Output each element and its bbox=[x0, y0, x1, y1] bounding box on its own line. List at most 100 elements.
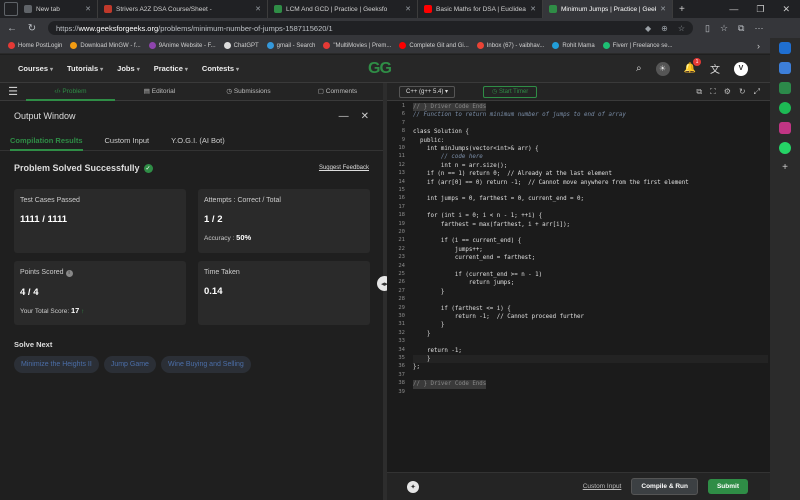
tab-favicon-icon bbox=[104, 5, 112, 13]
menu-item[interactable]: Contests ▾ bbox=[202, 64, 239, 73]
more-icon[interactable]: ⋯ bbox=[754, 23, 763, 34]
copy-icon[interactable]: ⧉ bbox=[696, 87, 702, 97]
bookmark-item[interactable]: Complete Git and Gi... bbox=[399, 42, 469, 49]
menu-label: Jobs bbox=[117, 64, 135, 73]
bookmark-item[interactable]: Home PostLogin bbox=[8, 42, 62, 49]
close-tab-icon[interactable]: ✕ bbox=[656, 5, 666, 13]
gfg-logo[interactable]: GG bbox=[368, 60, 392, 78]
tab-compilation-results[interactable]: Compilation Results bbox=[10, 136, 83, 151]
bookmark-item[interactable]: 9Anime Website - F... bbox=[148, 42, 216, 49]
expand-icon[interactable]: ⤢ bbox=[754, 87, 760, 97]
suggest-feedback-link[interactable]: Suggest Feedback bbox=[319, 165, 369, 171]
extension-icon[interactable]: ◆ bbox=[645, 24, 651, 33]
check-icon: ✓ bbox=[143, 163, 153, 173]
bookmark-item[interactable]: gmail - Search bbox=[266, 42, 316, 49]
reset-icon[interactable]: ↻ bbox=[739, 87, 746, 97]
collections-icon[interactable]: ⧉ bbox=[738, 23, 744, 34]
language-select[interactable]: C++ (g++ 5.4) ▾ bbox=[399, 85, 456, 98]
line-number: 17 bbox=[398, 203, 405, 210]
menu-item[interactable]: Jobs ▾ bbox=[117, 64, 140, 73]
test-cases-label: Test Cases Passed bbox=[20, 197, 80, 204]
url-prefix: https:// bbox=[56, 23, 79, 33]
favorites-icon[interactable]: ☆ bbox=[720, 23, 728, 34]
maximize-icon[interactable]: ❐ bbox=[756, 4, 764, 15]
search-icon[interactable]: ⌕ bbox=[636, 63, 642, 74]
close-window-icon[interactable]: ✕ bbox=[782, 4, 790, 15]
bookmark-item[interactable]: Rohit Mama bbox=[552, 42, 595, 49]
submit-button[interactable]: Submit bbox=[707, 479, 748, 494]
shopping-icon[interactable] bbox=[779, 82, 791, 94]
code-editor[interactable]: 1 6 7 8 9 10 11 12 13 14 15 16 17 18 19 20 21 22 23 24 25 26 2… bbox=[387, 101, 770, 472]
bookmark-label: gmail - Search bbox=[276, 42, 316, 49]
minimize-panel-icon[interactable]: — bbox=[339, 111, 349, 122]
browser-tab[interactable]: Basic Maths for DSA | Euclidean A ✕ bbox=[418, 0, 543, 18]
line-number: 21 bbox=[398, 237, 405, 244]
compile-run-button[interactable]: Compile & Run bbox=[631, 478, 698, 495]
info-icon[interactable]: i bbox=[65, 269, 73, 277]
close-tab-icon[interactable]: ✕ bbox=[526, 5, 536, 13]
line-number: 11 bbox=[398, 153, 405, 160]
solve-next-chip[interactable]: Wine Buying and Selling bbox=[160, 356, 251, 373]
bookmark-item[interactable]: "MultiMovies | Prem... bbox=[323, 42, 391, 49]
whatsapp-icon[interactable] bbox=[779, 142, 791, 154]
browser-tab[interactable]: Strivers A2Z DSA Course/Sheet - ✕ bbox=[98, 0, 268, 18]
bookmark-item[interactable]: Fiverr | Freelance se... bbox=[602, 42, 673, 49]
output-header: Output Window — ✕ bbox=[0, 101, 383, 131]
menu-item[interactable]: Tutorials ▾ bbox=[67, 64, 103, 73]
spotify-icon[interactable] bbox=[779, 102, 791, 114]
instagram-icon[interactable] bbox=[779, 122, 791, 134]
hamburger-icon[interactable]: ☰ bbox=[0, 85, 26, 98]
bookmark-item[interactable]: Inbox (67) - vaibhav... bbox=[476, 42, 544, 49]
bookmarks-overflow-icon[interactable]: › bbox=[757, 41, 760, 51]
start-timer-button[interactable]: ◷ Start Timer bbox=[483, 85, 538, 98]
tab-problem[interactable]: ‹/› Problem bbox=[26, 83, 115, 101]
tab-comments[interactable]: ▢ Comments bbox=[293, 83, 382, 101]
copilot-icon[interactable] bbox=[779, 42, 791, 54]
translate-icon[interactable]: 文 bbox=[710, 61, 720, 76]
split-icon[interactable]: ▯ bbox=[705, 23, 710, 34]
close-tab-icon[interactable]: ✕ bbox=[81, 5, 91, 13]
navbar-right: ⌕ ☀ 🔔 1 文 V bbox=[636, 58, 770, 76]
bookmark-item[interactable]: ChatGPT bbox=[223, 42, 259, 49]
reload-icon[interactable]: ↻ bbox=[24, 23, 40, 34]
url-bar[interactable]: https://www.geeksforgeeks.org/problems/m… bbox=[48, 21, 693, 35]
back-icon[interactable]: ← bbox=[4, 23, 20, 34]
bookmark-star-icon[interactable]: ☆ bbox=[678, 24, 685, 33]
zoom-icon[interactable]: ⊕ bbox=[661, 24, 668, 33]
tab-submissions[interactable]: ◷ Submissions bbox=[204, 83, 293, 101]
browser-tab[interactable]: Minimum Jumps | Practice | Geeks ✕ bbox=[543, 0, 673, 18]
tab-custom-input[interactable]: Custom Input bbox=[105, 136, 150, 145]
hint-bulb-icon[interactable]: ✦ bbox=[407, 480, 419, 493]
browser-tab[interactable]: LCM And GCD | Practice | Geeksfo ✕ bbox=[268, 0, 418, 18]
menu-item[interactable]: Practice ▾ bbox=[154, 64, 188, 73]
solve-next-chip[interactable]: Jump Game bbox=[103, 356, 156, 373]
bookmark-item[interactable]: Download MinGW - f... bbox=[70, 42, 141, 49]
menu-item[interactable]: Courses ▾ bbox=[18, 64, 53, 73]
code-line: // } Driver Code Ends bbox=[413, 103, 487, 112]
bookmark-label: Rohit Mama bbox=[562, 42, 595, 49]
bookmark-icon bbox=[323, 42, 331, 49]
close-tab-icon[interactable]: ✕ bbox=[251, 5, 261, 13]
browser-tab[interactable]: New tab ✕ bbox=[18, 0, 98, 18]
solve-next-chip[interactable]: Minimize the Heights II bbox=[14, 356, 99, 373]
close-panel-icon[interactable]: ✕ bbox=[361, 111, 369, 122]
custom-input-link[interactable]: Custom Input bbox=[583, 483, 622, 490]
tools-icon[interactable] bbox=[779, 62, 791, 74]
theme-toggle-icon[interactable]: ☀ bbox=[655, 61, 670, 76]
fullscreen-icon[interactable]: ⛶ bbox=[710, 87, 716, 97]
add-sidebar-icon[interactable]: + bbox=[782, 162, 788, 173]
close-tab-icon[interactable]: ✕ bbox=[401, 5, 411, 13]
tab-editorial[interactable]: ▤ Editorial bbox=[115, 83, 204, 101]
tab-label: Minimum Jumps | Practice | Geeks bbox=[561, 5, 657, 13]
tab-actions-icon[interactable] bbox=[4, 2, 18, 16]
tab-label: LCM And GCD | Practice | Geeksfo bbox=[286, 5, 388, 13]
tab-favicon-icon bbox=[424, 5, 432, 13]
new-tab-icon[interactable]: + bbox=[679, 4, 685, 15]
avatar[interactable]: V bbox=[734, 61, 748, 76]
chevron-down-icon: ▾ bbox=[184, 67, 188, 73]
tab-yogi-bot[interactable]: Y.O.G.I. (AI Bot) bbox=[171, 136, 225, 145]
settings-icon[interactable]: ⚙ bbox=[724, 87, 731, 97]
minimize-icon[interactable]: — bbox=[729, 4, 738, 15]
chevron-down-icon: ▾ bbox=[100, 67, 104, 73]
notifications-icon[interactable]: 🔔 1 bbox=[684, 58, 701, 74]
